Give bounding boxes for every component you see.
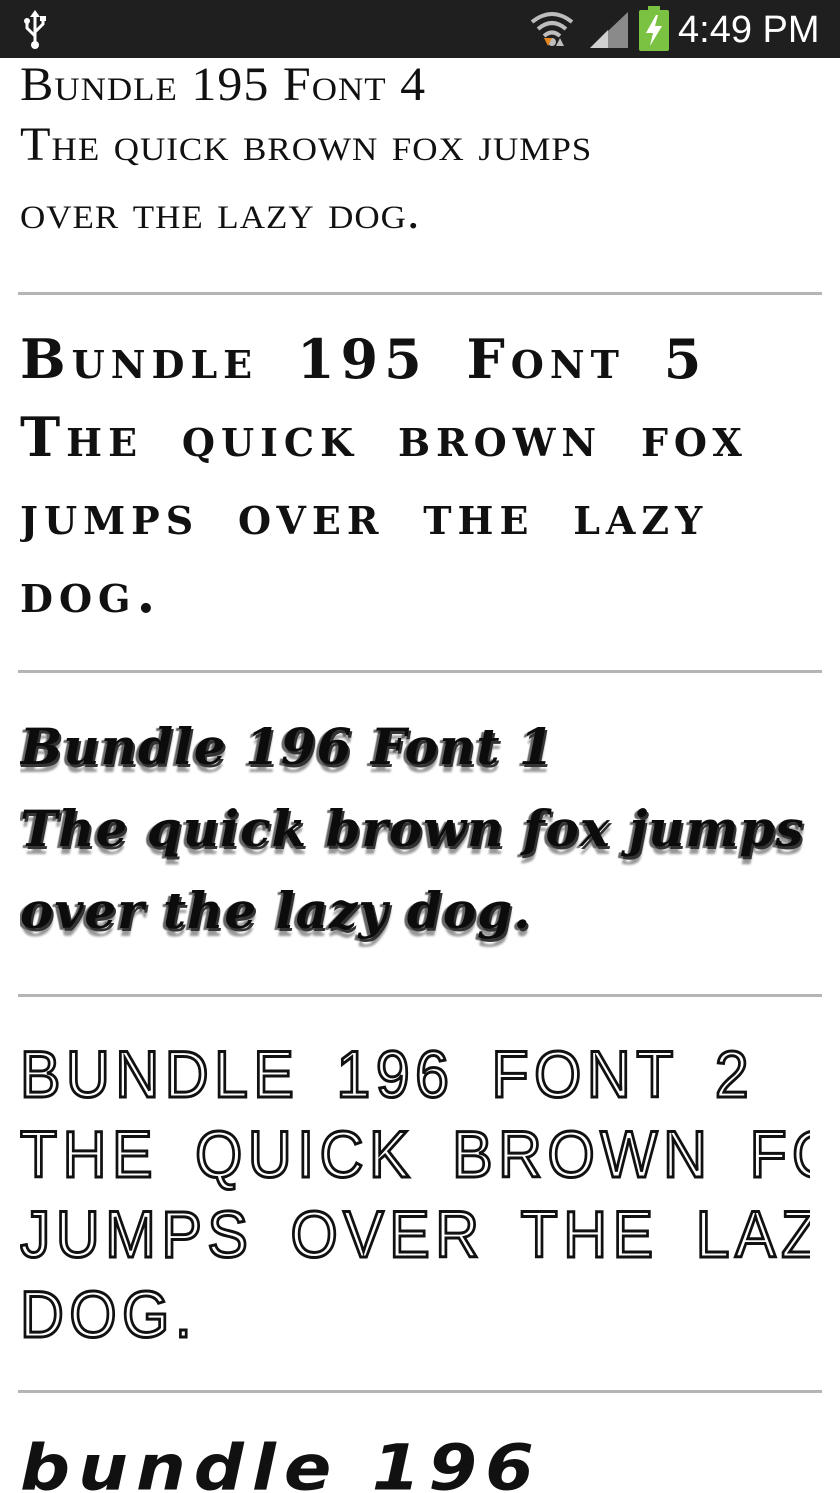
signal-icon [590, 12, 628, 48]
font-sample-line: The quick brown fox [20, 405, 748, 469]
status-bar: 4:49 PM [0, 0, 840, 58]
font-preview-item[interactable]: Bundle 196 Font 1 The quick brown fox ju… [20, 706, 810, 952]
font-sample-line: DOG. [20, 1276, 198, 1353]
font-sample-line: THE QUICK BROWN FOX [20, 1116, 810, 1193]
font-sample-line: JUMPS OVER THE LAZY [20, 1196, 810, 1273]
wifi-icon [530, 12, 574, 46]
divider [18, 1390, 822, 1393]
usb-icon [24, 10, 46, 49]
font-sample-line: The quick brown fox jumps [20, 799, 805, 858]
font-sample-line: The quick brown fox jumps [20, 117, 593, 171]
font-preview-item[interactable]: Bundle 195 Font 4 The quick brown fox ju… [20, 58, 810, 246]
status-time: 4:49 PM [678, 9, 820, 51]
divider [18, 292, 822, 295]
font-preview-list[interactable]: Bundle 195 Font 4 The quick brown fox ju… [0, 58, 840, 1493]
font-title: bundle 196 [20, 1431, 542, 1493]
battery-charging-icon [639, 6, 669, 51]
font-title: BUNDLE 196 FONT 2 [20, 1036, 755, 1113]
font-sample-line: dog. [20, 561, 162, 625]
font-sample-line: jumps over the lazy [20, 483, 709, 547]
font-preview-item[interactable]: BUNDLE 196 FONT 2 THE QUICK BROWN FOX JU… [20, 1034, 810, 1354]
font-sample-line: over the lazy dog. [20, 881, 532, 940]
font-title: Bundle 196 Font 1 [20, 717, 555, 776]
font-title: Bundle 195 Font 5 [20, 327, 708, 391]
font-sample-line: over the lazy dog. [20, 185, 421, 239]
divider [18, 670, 822, 673]
font-preview-item[interactable]: bundle 196 [20, 1428, 810, 1493]
font-preview-item[interactable]: Bundle 195 Font 5 The quick brown fox ju… [20, 320, 810, 632]
font-title: Bundle 195 Font 4 [20, 58, 427, 111]
divider [18, 994, 822, 997]
